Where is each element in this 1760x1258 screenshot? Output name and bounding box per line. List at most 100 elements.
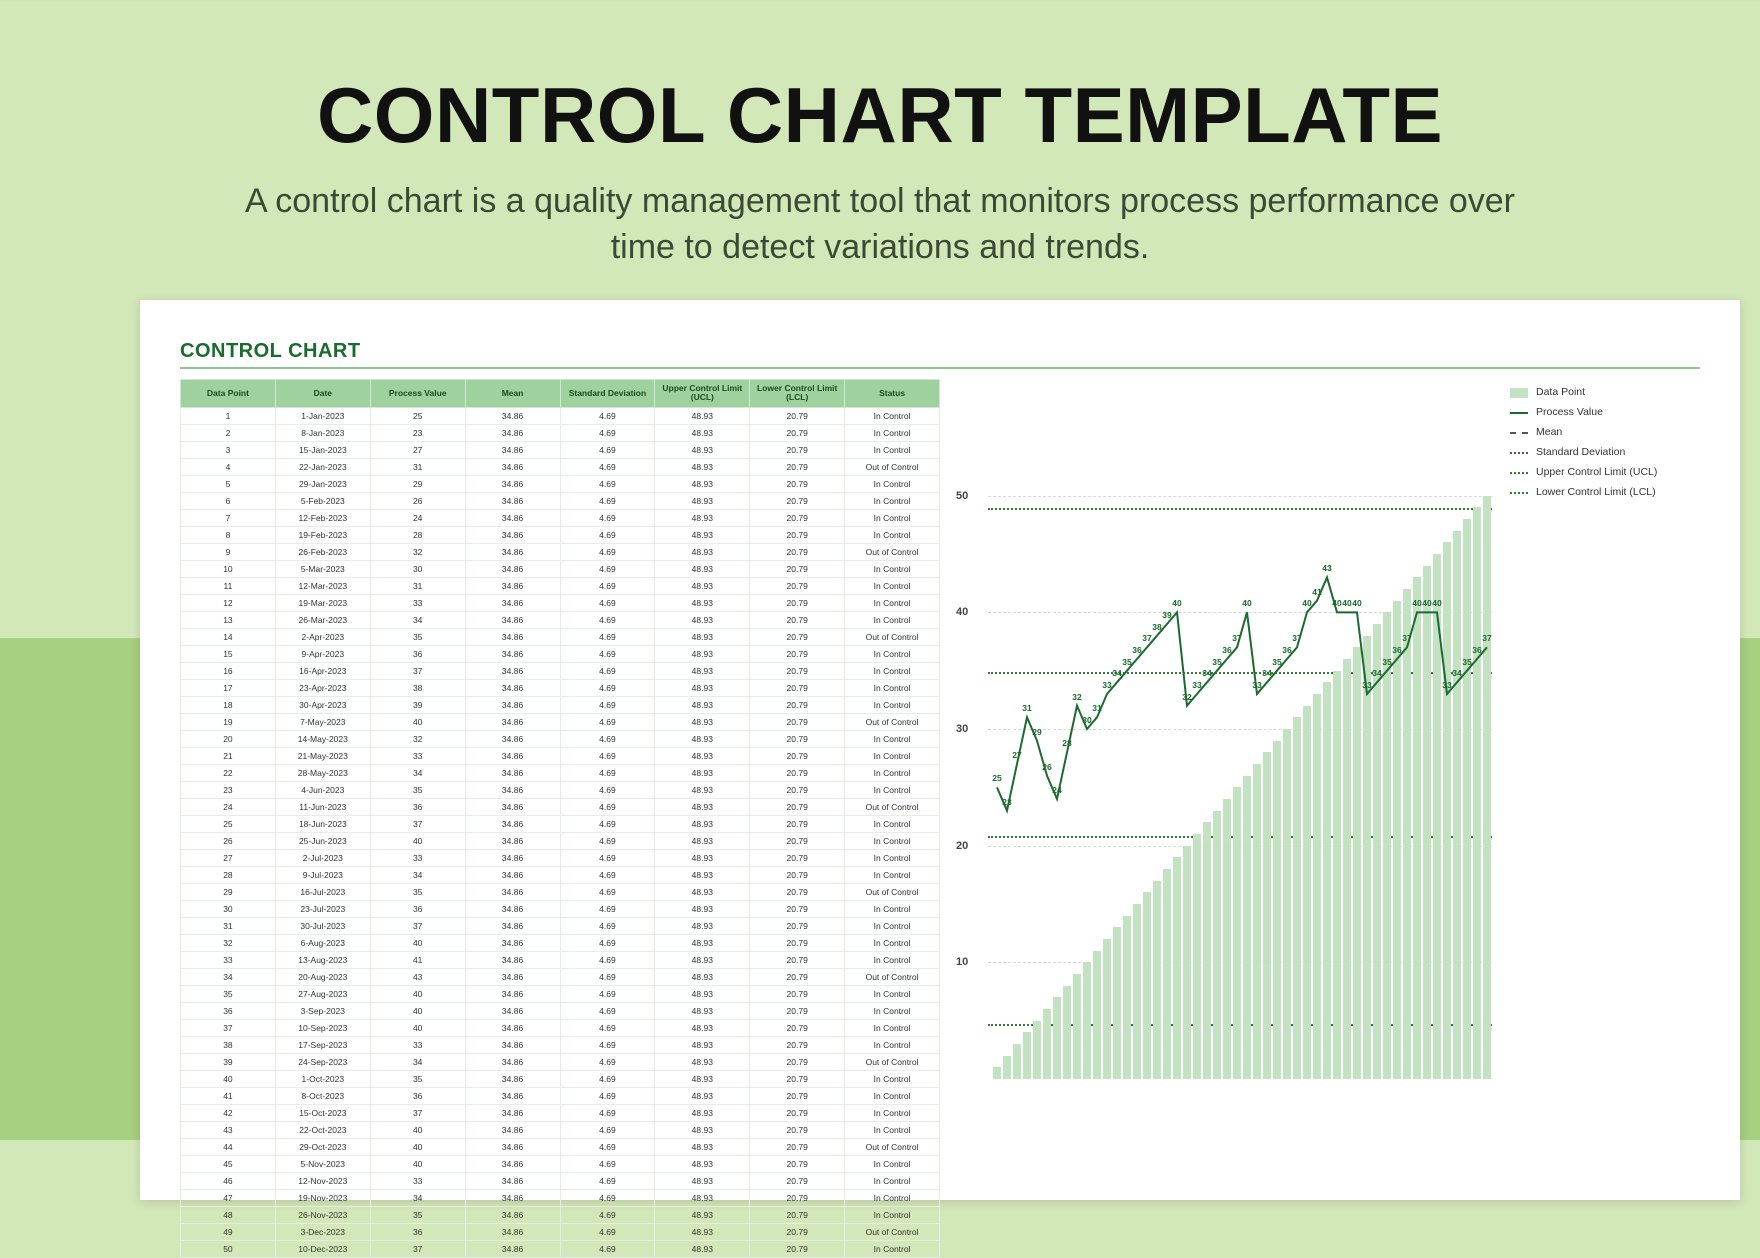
cell: 2 [181, 424, 276, 441]
data-label: 40 [1172, 598, 1181, 608]
cell: 20.79 [750, 1019, 845, 1036]
chart-container: 1020304050252327312926242832303133343536… [970, 379, 1700, 1258]
cell: 1 [181, 407, 276, 424]
cell: In Control [845, 934, 940, 951]
cell: 34 [370, 1189, 465, 1206]
cell: 34.86 [465, 866, 560, 883]
table-row: 105-Mar-20233034.864.6948.9320.79In Cont… [181, 560, 940, 577]
cell: 4.69 [560, 917, 655, 934]
cell: 34.86 [465, 560, 560, 577]
cell: 48.93 [655, 917, 750, 934]
cell: 48.93 [655, 730, 750, 747]
table-row: 363-Sep-20234034.864.6948.9320.79In Cont… [181, 1002, 940, 1019]
cell: 18 [181, 696, 276, 713]
cell: 4.69 [560, 475, 655, 492]
cell: 27 [181, 849, 276, 866]
cell: 4.69 [560, 832, 655, 849]
cell: 20.79 [750, 815, 845, 832]
cell: 35 [370, 883, 465, 900]
cell: 26 [370, 492, 465, 509]
cell: 4.69 [560, 662, 655, 679]
cell: 48.93 [655, 594, 750, 611]
cell: 34.86 [465, 543, 560, 560]
data-label: 36 [1472, 645, 1481, 655]
cell: Out of Control [845, 628, 940, 645]
table-row: 142-Apr-20233534.864.6948.9320.79Out of … [181, 628, 940, 645]
table-row: 1112-Mar-20233134.864.6948.9320.79In Con… [181, 577, 940, 594]
cell: 21 [181, 747, 276, 764]
cell: Out of Control [845, 713, 940, 730]
cell: 4.69 [560, 628, 655, 645]
data-label: 29 [1032, 727, 1041, 737]
cell: 48.93 [655, 1019, 750, 1036]
cell: 20.79 [750, 985, 845, 1002]
cell: 4.69 [560, 441, 655, 458]
cell: 16-Jul-2023 [275, 883, 370, 900]
cell: 20.79 [750, 526, 845, 543]
cell: 48.93 [655, 679, 750, 696]
cell: 26 [181, 832, 276, 849]
table-row: 65-Feb-20232634.864.6948.9320.79In Contr… [181, 492, 940, 509]
cell: 37 [370, 815, 465, 832]
cell: 10 [181, 560, 276, 577]
cell: In Control [845, 1155, 940, 1172]
cell: 20.79 [750, 407, 845, 424]
data-label: 34 [1202, 668, 1211, 678]
cell: 33 [370, 1172, 465, 1189]
cell: 13-Aug-2023 [275, 951, 370, 968]
cell: In Control [845, 475, 940, 492]
cell: 20.79 [750, 747, 845, 764]
cell: In Control [845, 1070, 940, 1087]
cell: 48.93 [655, 934, 750, 951]
cell: 20.79 [750, 1104, 845, 1121]
cell: 26-Mar-2023 [275, 611, 370, 628]
cell: 48.93 [655, 866, 750, 883]
cell: 34.86 [465, 492, 560, 509]
table-row: 234-Jun-20233534.864.6948.9320.79In Cont… [181, 781, 940, 798]
table-row: 3420-Aug-20234334.864.6948.9320.79Out of… [181, 968, 940, 985]
cell: 34.86 [465, 849, 560, 866]
cell: 20.79 [750, 713, 845, 730]
cell: 34 [370, 1053, 465, 1070]
cell: 34.86 [465, 526, 560, 543]
cell: 40 [370, 1019, 465, 1036]
cell: 4.69 [560, 1189, 655, 1206]
divider [180, 367, 1700, 369]
cell: 34.86 [465, 1070, 560, 1087]
cell: 20.79 [750, 577, 845, 594]
table-row: 272-Jul-20233334.864.6948.9320.79In Cont… [181, 849, 940, 866]
cell: 40 [370, 713, 465, 730]
cell: 48.93 [655, 1223, 750, 1240]
cell: In Control [845, 560, 940, 577]
cell: 20.79 [750, 798, 845, 815]
cell: In Control [845, 1087, 940, 1104]
cell: 31 [370, 577, 465, 594]
table-row: 2916-Jul-20233534.864.6948.9320.79Out of… [181, 883, 940, 900]
cell: 34.86 [465, 696, 560, 713]
cell: In Control [845, 1206, 940, 1223]
data-label: 40 [1352, 598, 1361, 608]
cell: Out of Control [845, 1138, 940, 1155]
cell: 48 [181, 1206, 276, 1223]
cell: 4.69 [560, 1240, 655, 1257]
cell: 48.93 [655, 441, 750, 458]
cell: 20.79 [750, 594, 845, 611]
cell: 48.93 [655, 849, 750, 866]
data-label: 34 [1372, 668, 1381, 678]
cell: 8-Oct-2023 [275, 1087, 370, 1104]
cell: 4.69 [560, 1223, 655, 1240]
legend-swatch [1510, 388, 1528, 398]
table-row: 3023-Jul-20233634.864.6948.9320.79In Con… [181, 900, 940, 917]
cell: In Control [845, 781, 940, 798]
cell: 48.93 [655, 560, 750, 577]
cell: 20.79 [750, 1036, 845, 1053]
cell: 4.69 [560, 1002, 655, 1019]
cell: 35 [370, 1070, 465, 1087]
data-label: 38 [1152, 622, 1161, 632]
data-label: 32 [1182, 692, 1191, 702]
cell: 34.86 [465, 645, 560, 662]
cell: 48.93 [655, 407, 750, 424]
cell: In Control [845, 424, 940, 441]
table-row: 1616-Apr-20233734.864.6948.9320.79In Con… [181, 662, 940, 679]
cell: 4.69 [560, 849, 655, 866]
